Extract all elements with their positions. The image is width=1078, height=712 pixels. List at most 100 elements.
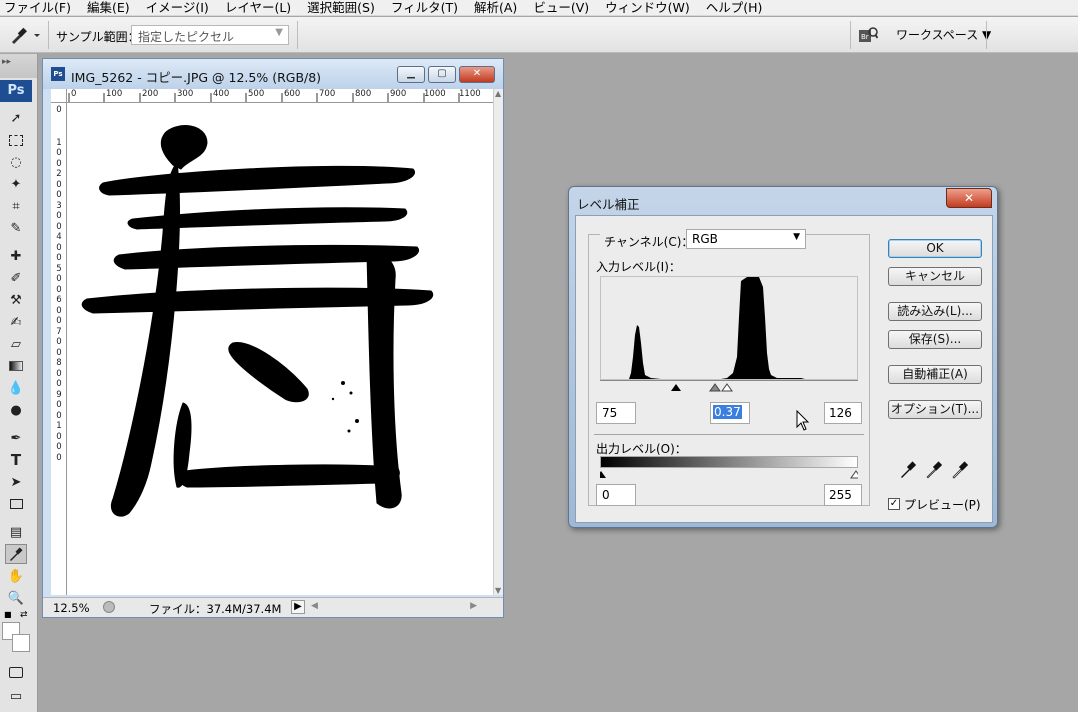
- output-levels-slider[interactable]: [596, 468, 862, 479]
- panel-grip[interactable]: ▸▸: [0, 54, 37, 78]
- menu-select[interactable]: 選択範囲(S): [307, 0, 375, 15]
- sample-size-select[interactable]: 指定したピクセル ▼: [131, 25, 289, 45]
- output-white-field[interactable]: 255: [824, 484, 862, 506]
- ok-button[interactable]: OK: [888, 239, 982, 258]
- input-gamma-handle[interactable]: [709, 383, 721, 392]
- menu-help[interactable]: ヘルプ(H): [706, 0, 763, 15]
- eraser-tool-icon[interactable]: ▱: [5, 334, 27, 354]
- histogram-graph: [629, 277, 805, 379]
- pen-tool-icon[interactable]: ✒: [5, 428, 27, 448]
- history-brush-tool-icon[interactable]: ✍: [5, 312, 27, 332]
- image-canvas[interactable]: [67, 103, 493, 595]
- options-button[interactable]: オプション(T)...: [888, 400, 982, 419]
- dialog-close-button[interactable]: ✕: [946, 188, 992, 208]
- zoom-level[interactable]: 12.5%: [53, 601, 90, 615]
- magic-wand-tool-icon[interactable]: ✦: [5, 174, 27, 194]
- swap-colors-icon[interactable]: ⇄: [20, 610, 28, 620]
- lasso-tool-icon[interactable]: ◌: [5, 152, 27, 172]
- shape-tool-icon[interactable]: [5, 494, 27, 514]
- ruler-origin[interactable]: [51, 89, 67, 103]
- input-white-field[interactable]: 126: [824, 402, 862, 424]
- output-white-handle[interactable]: [850, 470, 862, 479]
- type-tool-icon[interactable]: T: [5, 450, 27, 470]
- clone-stamp-tool-icon[interactable]: ⚒: [5, 290, 27, 310]
- scroll-down-icon[interactable]: ▼: [495, 586, 501, 595]
- path-selection-tool-icon[interactable]: ➤: [5, 472, 27, 492]
- close-button[interactable]: ✕: [459, 66, 495, 83]
- preview-checkbox[interactable]: ✓: [888, 498, 900, 510]
- save-button[interactable]: 保存(S)...: [888, 330, 982, 349]
- ruler-label: 0: [56, 316, 62, 326]
- menu-edit[interactable]: 編集(E): [87, 0, 130, 15]
- load-button[interactable]: 読み込み(L)...: [888, 302, 982, 321]
- vertical-ruler[interactable]: 0 1 0 0 2 0 0 3 0 0 4 0 0 5 0 0 6 0 0 7 …: [51, 103, 67, 595]
- maximize-button[interactable]: ▢: [428, 66, 456, 83]
- output-black-handle[interactable]: [596, 471, 606, 478]
- menu-view[interactable]: ビュー(V): [533, 0, 589, 15]
- cancel-button[interactable]: キャンセル: [888, 267, 982, 286]
- menu-image[interactable]: イメージ(I): [146, 0, 209, 15]
- input-levels-slider[interactable]: [600, 380, 858, 392]
- horizontal-scrollbar[interactable]: ◀ ▶: [309, 601, 479, 614]
- vertical-scrollbar[interactable]: ▲ ▼: [493, 89, 503, 595]
- auto-button[interactable]: 自動補正(A): [888, 365, 982, 384]
- output-levels-label: 出力レベル(O)：: [596, 442, 687, 456]
- eyedropper-tool-icon[interactable]: [5, 544, 27, 564]
- input-black-field[interactable]: 75: [596, 402, 636, 424]
- ruler-label: 9: [56, 389, 62, 400]
- input-gamma-field[interactable]: 0.37: [710, 402, 750, 424]
- horizontal-ruler[interactable]: 0 100 200 300 400 500 600 700 800 900 10…: [67, 89, 493, 103]
- document-titlebar[interactable]: Ps IMG_5262 - コピー.JPG @ 12.5% (RGB/8) ▁ …: [43, 59, 503, 89]
- screen-mode-icon[interactable]: ▭: [5, 686, 27, 706]
- mouse-cursor: [796, 409, 810, 432]
- minimize-button[interactable]: ▁: [397, 66, 425, 83]
- healing-brush-tool-icon[interactable]: ✚: [5, 246, 27, 266]
- scroll-left-icon[interactable]: ◀: [311, 601, 318, 611]
- ruler-label: 0: [56, 179, 62, 190]
- black-eyedropper-icon[interactable]: [898, 460, 918, 480]
- menu-filter[interactable]: フィルタ(T): [391, 0, 458, 15]
- slice-tool-icon[interactable]: ✎: [5, 218, 27, 238]
- menu-window[interactable]: ウィンドウ(W): [605, 0, 690, 15]
- menu-layer[interactable]: レイヤー(L): [225, 0, 291, 15]
- zoom-tool-icon[interactable]: 🔍: [5, 588, 27, 608]
- input-black-point-handle[interactable]: [671, 384, 681, 391]
- scroll-up-icon[interactable]: ▲: [495, 89, 501, 98]
- blur-tool-icon[interactable]: 💧: [5, 378, 27, 398]
- status-icon[interactable]: [103, 601, 115, 613]
- ruler-label: 0: [56, 410, 62, 421]
- marquee-tool-icon[interactable]: [5, 130, 27, 150]
- ruler-label: 0: [56, 305, 62, 316]
- crop-tool-icon[interactable]: ⌗: [5, 196, 27, 216]
- separator: [48, 21, 49, 49]
- channel-select[interactable]: RGB ▼: [686, 229, 806, 249]
- separator: [297, 21, 298, 49]
- ruler-label: 5: [56, 263, 62, 274]
- scroll-right-icon[interactable]: ▶: [470, 601, 477, 611]
- dodge-tool-icon[interactable]: ●: [5, 400, 27, 420]
- eyedropper-tool-preset-icon[interactable]: [8, 25, 44, 45]
- ruler-label: 1000: [424, 89, 446, 99]
- notes-tool-icon[interactable]: ▤: [5, 522, 27, 542]
- sample-size-label: サンプル範囲：: [56, 30, 140, 44]
- quick-mask-icon[interactable]: [5, 662, 27, 682]
- chevron-down-icon: ▼: [793, 232, 800, 242]
- menu-file[interactable]: ファイル(F): [4, 0, 71, 15]
- bridge-icon[interactable]: Br: [858, 26, 879, 44]
- input-white-point-handle[interactable]: [721, 383, 733, 392]
- gray-eyedropper-icon[interactable]: [924, 460, 944, 480]
- workspace-menu[interactable]: ワークスペース ▼: [896, 26, 991, 43]
- ruler-label: 8: [56, 358, 62, 368]
- output-black-field[interactable]: 0: [596, 484, 636, 506]
- status-menu-arrow-icon[interactable]: ▶: [291, 600, 305, 614]
- brush-tool-icon[interactable]: ✐: [5, 268, 27, 288]
- ruler-label: 0: [56, 105, 62, 115]
- background-color-swatch[interactable]: [12, 634, 30, 652]
- separator: [986, 21, 987, 49]
- hand-tool-icon[interactable]: ✋: [5, 566, 27, 586]
- move-tool-icon[interactable]: ➚: [5, 108, 27, 128]
- gradient-tool-icon[interactable]: [5, 356, 27, 376]
- white-eyedropper-icon[interactable]: [950, 460, 970, 480]
- default-colors-icon[interactable]: ■: [4, 610, 12, 619]
- menu-analysis[interactable]: 解析(A): [474, 0, 517, 15]
